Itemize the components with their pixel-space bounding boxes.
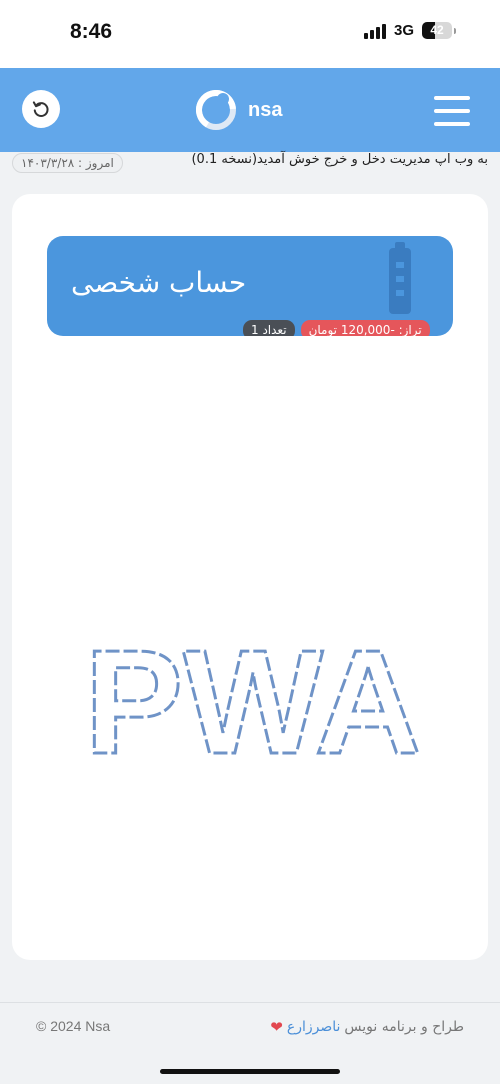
hamburger-icon [434,96,470,100]
wallet-icon [389,242,411,314]
account-badges: تعداد 1 تراز: -120,000 تومان [243,320,430,336]
home-indicator [160,1069,340,1074]
signal-icon [363,23,386,39]
battery-icon: 42 [422,22,452,39]
hamburger-icon-line [434,122,470,126]
welcome-message: به وب اپ مدیریت دخل و خرج خوش آمدید(نسخه… [191,152,488,167]
refresh-button[interactable] [22,90,60,128]
main-card: حساب شخصی تعداد 1 تراز: -120,000 تومان P… [12,194,488,960]
status-time: 8:46 [70,20,113,43]
heart-icon: ❤ [270,1018,283,1036]
count-badge: تعداد 1 [243,320,295,336]
brand: nsa [196,88,282,132]
credit-prefix: طراح و برنامه نویس [344,1019,464,1035]
brand-logo-icon [196,90,236,130]
account-card-personal[interactable]: حساب شخصی تعداد 1 تراز: -120,000 تومان [47,236,453,336]
brand-name: nsa [248,98,283,121]
pwa-logo-graphic: PWA [83,638,423,768]
network-type: 3G [393,22,414,39]
pwa-logo-text: PWA [84,638,421,768]
footer-divider [0,1002,500,1003]
balance-badge: تراز: -120,000 تومان [300,320,430,336]
copyright: © 2024 Nsa [36,1018,111,1034]
app-header: nsa [0,68,500,152]
hamburger-icon-line [434,109,470,113]
status-indicators: 3G 42 [363,22,456,39]
menu-button[interactable] [434,96,470,126]
battery-tip [454,27,456,34]
today-date-badge: امروز : ۱۴۰۳/۳/۲۸ [12,153,123,173]
account-title: حساب شخصی [71,266,247,299]
status-bar: 8:46 3G 42 [0,0,500,68]
refresh-icon [32,101,49,117]
battery-level: 42 [430,23,444,37]
credit-author-link[interactable]: ناصرزارع [287,1019,341,1035]
credit: طراح و برنامه نویس ناصرزارع ❤ [270,1018,464,1036]
